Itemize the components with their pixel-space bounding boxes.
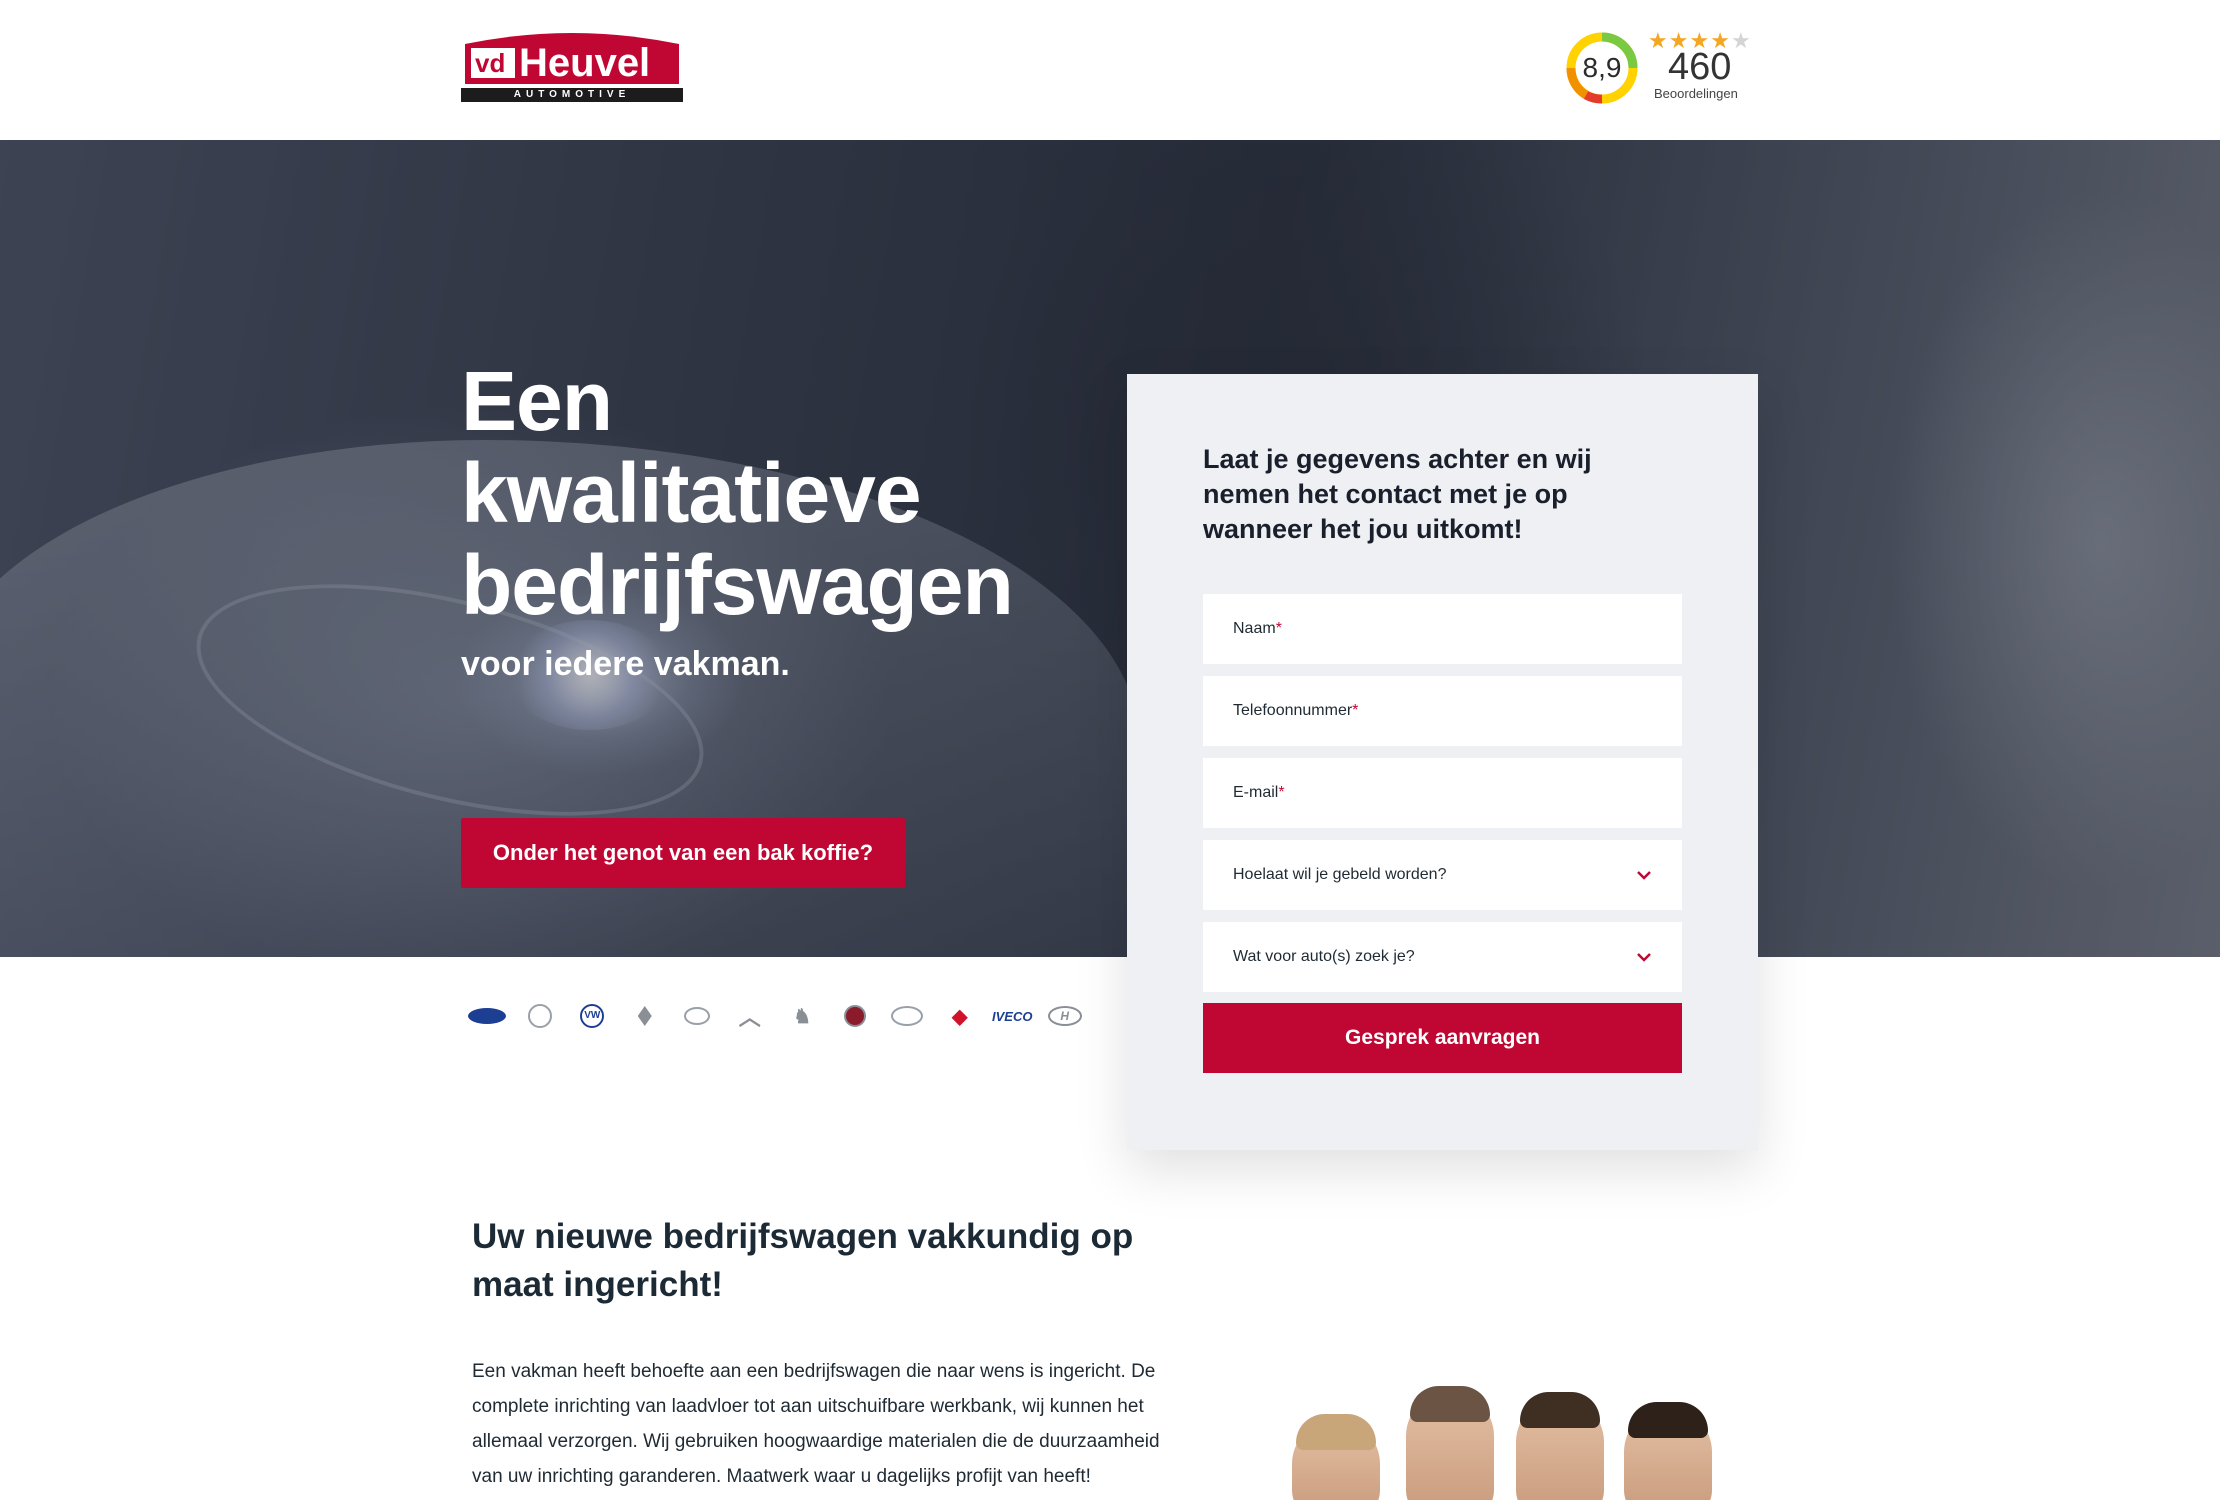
team-photo (1280, 1386, 1720, 1500)
car-type-select[interactable]: Wat voor auto(s) zoek je? (1203, 922, 1682, 992)
ford-logo-icon (461, 1000, 514, 1032)
team-member-avatar (1624, 1402, 1712, 1500)
peugeot-logo-icon: ♞ (793, 1005, 812, 1028)
svg-text:Heuvel: Heuvel (519, 41, 650, 84)
section-text: Een vakman heeft behoefte aan een bedrij… (472, 1361, 1160, 1487)
renault-logo-icon (619, 1000, 672, 1032)
star-empty-icon: ★ (1730, 28, 1752, 53)
hero-title: Een kwalitatieve bedrijfswagen (461, 355, 1121, 631)
contact-form: Laat je gegevens achter en wij nemen het… (1127, 374, 1758, 1150)
brand-logo-strip: VW ︿ ♞ ◆ IVECO H (461, 1000, 1091, 1032)
hyundai-logo-mark: H (1047, 1006, 1082, 1026)
name-field-label: Naam (1233, 620, 1276, 637)
site-header: vd Heuvel AUTOMOTIVE 8,9 ★★★★★ 460 Beoor… (0, 0, 2220, 140)
car-type-select-label: Wat voor auto(s) zoek je? (1233, 948, 1415, 965)
rating-widget[interactable]: 8,9 ★★★★★ 460 Beoordelingen (1566, 28, 1756, 108)
rating-count: 460 (1668, 46, 1732, 88)
fiat-logo-icon (829, 1000, 882, 1032)
email-field[interactable]: E-mail* (1203, 758, 1682, 828)
iveco-logo-text: IVECO (992, 1008, 1033, 1024)
call-time-select-label: Hoelaat wil je gebeld worden? (1233, 866, 1447, 883)
coffee-cta-button[interactable]: Onder het genot van een bak koffie? (461, 818, 905, 888)
phone-field[interactable]: Telefoonnummer* (1203, 676, 1682, 746)
request-call-button[interactable]: Gesprek aanvragen (1203, 1003, 1682, 1073)
hero-title-line: kwalitatieve (461, 446, 922, 540)
opel-logo-icon (671, 1000, 724, 1032)
required-mark: * (1352, 702, 1359, 719)
name-field[interactable]: Naam* (1203, 594, 1682, 664)
phone-field-label: Telefoonnummer (1233, 702, 1353, 719)
iveco-logo-icon: IVECO (986, 1000, 1039, 1032)
logo[interactable]: vd Heuvel AUTOMOTIVE (461, 28, 683, 106)
logo-wordmark: vd Heuvel (465, 33, 679, 84)
toyota-logo-icon (881, 1000, 934, 1032)
rating-score: 8,9 (1582, 52, 1622, 83)
section-title: Uw nieuwe bedrijfswagen vakkundig op maa… (472, 1217, 1134, 1304)
mercedes-logo-icon (514, 1000, 567, 1032)
volkswagen-logo-icon: VW (566, 1000, 619, 1032)
rating-label: Beoordelingen (1654, 86, 1738, 101)
team-member-avatar (1406, 1386, 1494, 1500)
team-member-avatar (1516, 1392, 1604, 1500)
form-title: Laat je gegevens achter en wij nemen het… (1203, 444, 1592, 544)
required-mark: * (1275, 620, 1282, 637)
logo-subtitle: AUTOMOTIVE (461, 88, 683, 102)
hero-heading-block: Een kwalitatieve bedrijfswagen voor iede… (461, 355, 1121, 684)
svg-text:vd: vd (475, 48, 505, 78)
hero-subtitle: voor iedere vakman. (461, 645, 790, 683)
team-member-avatar (1292, 1414, 1380, 1500)
citroen-logo-icon: ︿ (738, 1005, 761, 1030)
volkswagen-logo-mark: VW (580, 1004, 605, 1028)
hyundai-logo-icon: H (1039, 1000, 1092, 1032)
call-time-select[interactable]: Hoelaat wil je gebeld worden? (1203, 840, 1682, 910)
required-mark: * (1278, 784, 1285, 801)
email-field-label: E-mail (1233, 784, 1279, 801)
hero-title-line: bedrijfswagen (461, 538, 1014, 632)
hero-title-line: Een (461, 354, 613, 448)
mitsubishi-logo-icon: ◆ (952, 1005, 968, 1028)
star-icon: ★ (1648, 28, 1669, 53)
